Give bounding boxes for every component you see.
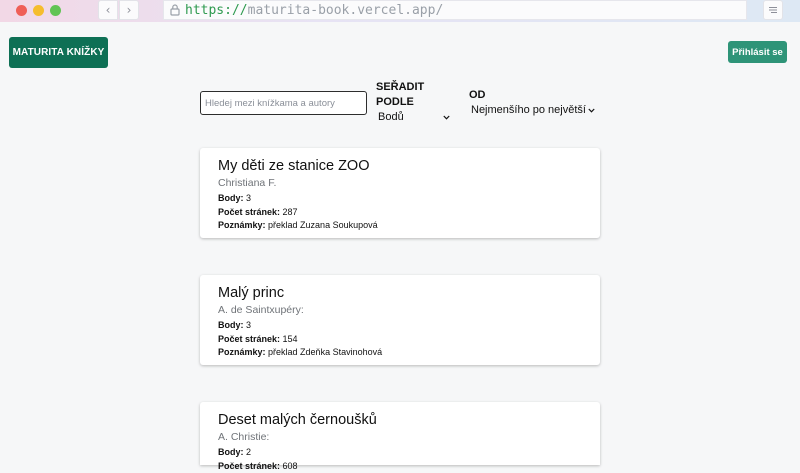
- book-notes: překlad Zdeňka Stavinohová: [268, 347, 382, 357]
- login-button[interactable]: Přihlásit se: [728, 41, 787, 63]
- book-title: Deset malých černoušků: [218, 411, 582, 429]
- book-points-row: Body: 3: [218, 319, 582, 333]
- sort-select[interactable]: Bodů: [378, 111, 450, 123]
- pages-label: Počet stránek:: [218, 207, 280, 217]
- notes-label: Poznámky:: [218, 220, 266, 230]
- book-author: A. Christie:: [218, 430, 582, 444]
- order-select[interactable]: Nejmenšího po největší: [471, 104, 595, 116]
- book-notes-row: Poznámky: překlad Zdeňka Stavinohová: [218, 346, 582, 360]
- notes-label: Poznámky:: [218, 347, 266, 357]
- book-card[interactable]: Malý princ A. de Saintxupéry: Body: 3 Po…: [200, 275, 600, 365]
- points-label: Body:: [218, 320, 244, 330]
- sort-label-line1: SEŘADIT: [376, 80, 426, 95]
- minimize-window-button[interactable]: [33, 5, 44, 16]
- book-title: My děti ze stanice ZOO: [218, 157, 582, 175]
- book-points: 2: [246, 447, 251, 457]
- book-notes: překlad Zuzana Soukupová: [268, 220, 378, 230]
- close-window-button[interactable]: [16, 5, 27, 16]
- book-notes-row: Poznámky: překlad Zuzana Soukupová: [218, 219, 582, 233]
- sort-label: SEŘADIT PODLE: [376, 80, 426, 110]
- chevron-right-icon: ›: [127, 3, 132, 17]
- book-points-row: Body: 2: [218, 446, 582, 460]
- browser-menu-button[interactable]: [763, 0, 783, 20]
- search-input[interactable]: [200, 91, 367, 115]
- book-points-row: Body: 3: [218, 192, 582, 206]
- book-pages-row: Počet stránek: 154: [218, 333, 582, 347]
- book-pages: 287: [283, 207, 298, 217]
- order-select-value: Nejmenšího po největší: [471, 104, 586, 116]
- url-host: maturita-book.vercel.app/: [248, 3, 444, 18]
- chevron-down-icon: [588, 108, 595, 113]
- chevron-left-icon: ‹: [106, 3, 111, 17]
- forward-button[interactable]: ›: [119, 0, 139, 20]
- book-author: A. de Saintxupéry:: [218, 303, 582, 317]
- points-label: Body:: [218, 193, 244, 203]
- address-bar[interactable]: https://maturita-book.vercel.app/: [163, 0, 747, 20]
- book-points: 3: [246, 193, 251, 203]
- brand-logo-button[interactable]: MATURITA KNÍŽKY: [9, 37, 108, 68]
- order-label: OD: [469, 89, 486, 101]
- book-card[interactable]: My děti ze stanice ZOO Christiana F. Bod…: [200, 148, 600, 238]
- menu-icon: [768, 5, 778, 15]
- book-pages: 154: [283, 334, 298, 344]
- book-pages: 608: [283, 461, 298, 471]
- book-pages-row: Počet stránek: 608: [218, 460, 582, 473]
- chevron-down-icon: [443, 115, 450, 120]
- sort-select-value: Bodů: [378, 111, 404, 123]
- maximize-window-button[interactable]: [50, 5, 61, 16]
- book-author: Christiana F.: [218, 176, 582, 190]
- url-scheme: https://: [185, 3, 248, 18]
- book-points: 3: [246, 320, 251, 330]
- browser-toolbar: ‹ › https://maturita-book.vercel.app/: [0, 0, 800, 22]
- pages-label: Počet stránek:: [218, 334, 280, 344]
- book-pages-row: Počet stránek: 287: [218, 206, 582, 220]
- book-title: Malý princ: [218, 284, 582, 302]
- lock-icon: [168, 3, 182, 17]
- book-card[interactable]: Deset malých černoušků A. Christie: Body…: [200, 402, 600, 465]
- pages-label: Počet stránek:: [218, 461, 280, 471]
- points-label: Body:: [218, 447, 244, 457]
- sort-label-line2: PODLE: [376, 95, 426, 110]
- back-button[interactable]: ‹: [98, 0, 118, 20]
